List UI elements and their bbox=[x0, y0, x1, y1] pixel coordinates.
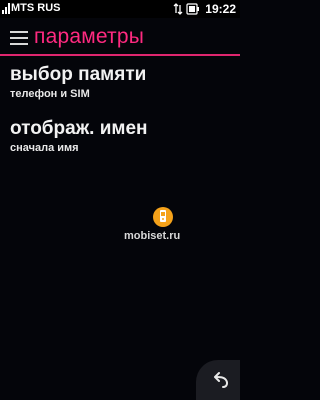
setting-value: телефон и SIM bbox=[10, 88, 90, 100]
back-button[interactable] bbox=[196, 360, 240, 400]
carrier-name: MTS RUS bbox=[11, 2, 61, 14]
setting-value: сначала имя bbox=[10, 142, 79, 154]
hamburger-icon[interactable] bbox=[10, 31, 28, 45]
signal-icon bbox=[2, 3, 10, 14]
page-header: параметры bbox=[0, 20, 240, 56]
clock: 19:22 bbox=[205, 2, 236, 16]
data-arrows-icon bbox=[173, 3, 183, 15]
battery-icon bbox=[186, 3, 199, 15]
watermark-logo bbox=[153, 207, 173, 227]
watermark-text: mobiset.ru bbox=[124, 230, 181, 242]
setting-memory-selection[interactable]: выбор памяти телефон и SIM bbox=[10, 64, 235, 101]
setting-title: отображ. имен bbox=[10, 118, 148, 139]
back-arrow-icon bbox=[214, 372, 228, 388]
status-bar: MTS RUS 19:22 bbox=[0, 0, 240, 18]
setting-title: выбор памяти bbox=[10, 64, 147, 85]
page-title: параметры bbox=[34, 25, 145, 48]
setting-name-display[interactable]: отображ. имен сначала имя bbox=[10, 118, 235, 155]
